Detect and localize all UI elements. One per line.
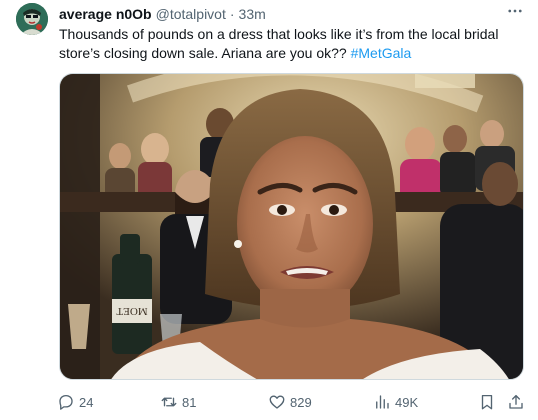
retweet-count: 81 [182,394,197,410]
tweet-text: Thousands of pounds on a dress that look… [59,25,519,63]
more-options-button[interactable] [504,4,526,22]
reply-count: 24 [79,394,94,410]
tweet-header: average n0Ob @totalpivot · 33m [59,5,266,23]
share-icon [507,393,525,411]
retweet-icon [160,393,178,411]
reply-icon [57,393,75,411]
separator-dot: · [229,6,235,22]
author-handle[interactable]: @totalpivot [156,5,226,23]
reply-button[interactable]: 24 [57,391,93,413]
tweet-body: Thousands of pounds on a dress that look… [59,26,499,61]
like-button[interactable]: 829 [268,391,312,413]
retweet-button[interactable]: 81 [160,391,196,413]
views-button[interactable]: 49K [373,391,418,413]
tweet-actions: 24 81 829 49K [57,391,527,413]
more-horizontal-icon [506,2,524,25]
hashtag-link[interactable]: #MetGala [351,45,412,61]
author-display-name[interactable]: average n0Ob [59,5,152,23]
views-count: 49K [395,394,419,410]
tweet-timestamp[interactable]: 33m [239,5,266,23]
avatar[interactable] [16,3,48,35]
views-icon [373,393,391,411]
bookmark-icon [478,393,496,411]
bottle-label: MOET [116,305,147,317]
like-count: 829 [290,394,312,410]
bookmark-button[interactable] [478,391,496,413]
tweet-photo[interactable]: MOET [59,73,524,380]
tweet[interactable]: average n0Ob @totalpivot · 33m Thousands… [0,0,538,420]
share-button[interactable] [507,391,525,413]
heart-icon [268,393,286,411]
